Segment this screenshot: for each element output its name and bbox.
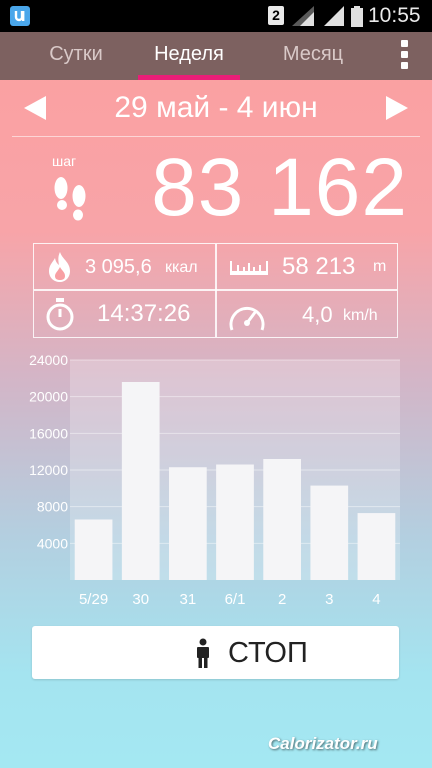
x-tick-label: 30 xyxy=(132,591,149,608)
date-range: 29 май - 4 июн xyxy=(114,91,318,124)
flame-icon xyxy=(49,252,70,282)
x-tick-label: 2 xyxy=(278,591,286,608)
stopwatch-icon xyxy=(46,298,74,331)
chart-bar[interactable] xyxy=(310,485,349,580)
y-tick-label: 20000 xyxy=(29,389,68,405)
y-tick-label: 16000 xyxy=(29,425,68,441)
previous-week-arrow-icon[interactable] xyxy=(22,94,48,122)
overflow-menu-icon[interactable] xyxy=(395,38,415,72)
weekly-steps-chart: 4000 8000 12000 16000 20000 24000 5/29 30 31 6/1 2… xyxy=(0,345,432,615)
y-tick-label: 4000 xyxy=(37,535,68,551)
steps-label: шаг xyxy=(52,153,77,169)
x-tick-label: 31 xyxy=(180,591,197,608)
stop-button-label: СТОП xyxy=(228,637,308,669)
tab-day[interactable]: Сутки xyxy=(16,32,136,80)
chart-bar[interactable] xyxy=(263,459,301,580)
calories-unit: ккал xyxy=(165,259,198,276)
watermark: Calorizator.ru xyxy=(268,734,378,753)
chart-bar[interactable] xyxy=(216,464,254,581)
y-tick-label: 12000 xyxy=(29,462,68,478)
ruler-icon xyxy=(230,261,268,275)
calories-value: 3 095,6 xyxy=(85,256,152,278)
chart-plot: 4000 8000 12000 16000 20000 24000 5/29 30 31 6/1 2… xyxy=(29,352,400,608)
chart-bar[interactable] xyxy=(74,519,113,581)
y-tick-label: 24000 xyxy=(29,352,68,368)
stats-grid: 3 095,6 ккал 58 213 m 14:37:26 4,0 km/h xyxy=(33,243,398,338)
speed-unit: km/h xyxy=(343,307,378,324)
y-tick-label: 8000 xyxy=(37,499,68,515)
tab-month[interactable]: Месяц xyxy=(258,32,368,80)
signal-icon-2 xyxy=(324,6,344,26)
battery-icon xyxy=(351,6,363,27)
chart-bar[interactable] xyxy=(169,467,207,580)
distance-value: 58 213 xyxy=(282,253,356,280)
speed-value: 4,0 xyxy=(302,302,333,327)
next-week-arrow-icon[interactable] xyxy=(384,94,410,122)
distance-unit: m xyxy=(373,258,387,275)
footprints-icon xyxy=(54,177,86,221)
x-tick-label: 5/29 xyxy=(79,591,108,608)
active-tab-indicator xyxy=(138,75,240,80)
x-tick-label: 6/1 xyxy=(225,591,246,608)
stats-divider-horizontal xyxy=(34,289,397,291)
app-notification-icon xyxy=(10,6,30,26)
stop-button[interactable]: СТОП xyxy=(32,626,399,679)
clock: 10:55 xyxy=(368,4,421,27)
signal-icon xyxy=(292,6,314,26)
tab-week[interactable]: Неделя xyxy=(137,32,241,80)
steps-count: 83 162 xyxy=(151,142,408,233)
speedometer-icon xyxy=(229,307,265,331)
chart-bar[interactable] xyxy=(121,382,160,580)
duration-value: 14:37:26 xyxy=(97,300,191,327)
stats-divider-vertical xyxy=(215,244,217,337)
status-bar: 2 10:55 xyxy=(0,0,432,32)
tab-bar: Сутки Неделя Месяц xyxy=(0,32,432,80)
chart-bar[interactable] xyxy=(357,513,396,580)
sim-indicator: 2 xyxy=(268,6,284,25)
x-tick-label: 4 xyxy=(372,591,380,608)
person-icon xyxy=(197,638,209,668)
x-tick-label: 3 xyxy=(325,591,333,608)
divider xyxy=(12,136,420,137)
